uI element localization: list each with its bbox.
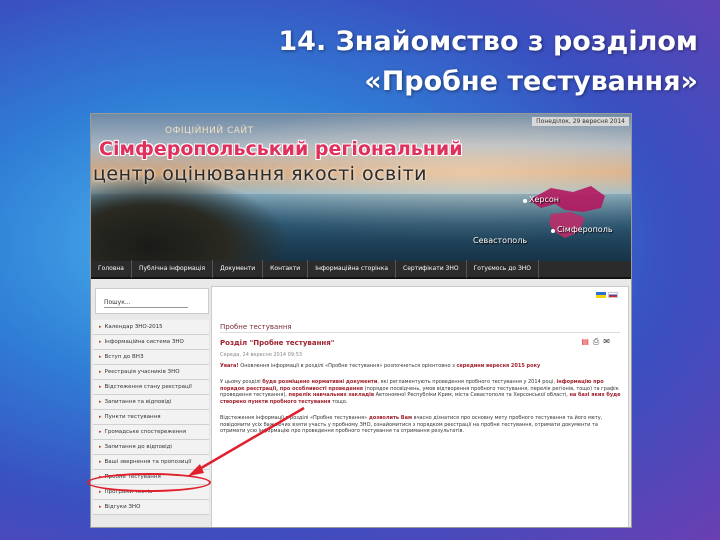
ukrainian-flag-icon[interactable] bbox=[596, 292, 606, 298]
article-date: Середа, 24 вересня 2014 09:53 bbox=[220, 352, 303, 358]
nav-item-home[interactable]: Головна bbox=[91, 260, 132, 278]
site-banner: Понеділок, 29 вересня 2014 ОФІЦІЙНИЙ САЙ… bbox=[91, 114, 631, 261]
site-name-line1: Сімферопольський регіональний bbox=[99, 138, 463, 160]
search-input[interactable] bbox=[104, 298, 188, 308]
language-switcher bbox=[596, 292, 618, 300]
sidebar-item-questions[interactable]: Запитання до відповіді bbox=[93, 440, 209, 455]
sidebar-item-registration[interactable]: Реєстрація учасників ЗНО bbox=[93, 365, 209, 380]
nav-item-contacts[interactable]: Контакти bbox=[263, 260, 309, 278]
section-title: Пробне тестування bbox=[220, 323, 292, 331]
sidebar-item-test-points[interactable]: Пункти тестування bbox=[93, 410, 209, 425]
russian-flag-icon[interactable] bbox=[608, 292, 618, 298]
article-paragraph-1: Увага! Оновлення інформації в розділі «П… bbox=[220, 363, 541, 369]
site-name-line2: центр оцінювання якості освіти bbox=[93, 163, 427, 185]
nav-item-public-info[interactable]: Публічна інформація bbox=[132, 260, 214, 278]
sidebar-item-public-observation[interactable]: Громадське спостереження bbox=[93, 425, 209, 440]
city-sevastopol: Севастополь bbox=[473, 236, 528, 245]
pdf-icon[interactable]: ▤ bbox=[581, 337, 589, 346]
nav-item-documents[interactable]: Документи bbox=[213, 260, 264, 278]
city-kherson: Херсон bbox=[529, 195, 560, 204]
sidebar-item-info-system[interactable]: Інформаційна система ЗНО bbox=[93, 335, 209, 350]
sidebar-item-feedback[interactable]: Ваші звернення та пропозиції bbox=[93, 455, 209, 470]
slide-title-line1: 14. Знайомство з розділом bbox=[278, 26, 698, 57]
article-paragraph-3: Відстеження інформації в розділі «Пробне… bbox=[220, 415, 603, 434]
city-simferopol: Сімферополь bbox=[557, 225, 613, 234]
email-icon[interactable]: ✉ bbox=[603, 337, 610, 346]
nav-item-certificates[interactable]: Сертифікати ЗНО bbox=[396, 260, 467, 278]
sidebar-item-calendar[interactable]: Календар ЗНО-2015 bbox=[93, 320, 209, 335]
sidebar-item-registration-status[interactable]: Відстеження стану реєстрації bbox=[93, 380, 209, 395]
article-paragraph-2: У цьому розділі буде розміщено нормативн… bbox=[220, 379, 621, 405]
slide-title-line2: «Пробне тестування» bbox=[364, 66, 698, 97]
search-box bbox=[95, 288, 209, 314]
highlight-ellipse bbox=[87, 473, 211, 492]
site-date: Понеділок, 29 вересня 2014 bbox=[532, 117, 629, 126]
sidebar-item-admission[interactable]: Вступ до ВНЗ bbox=[93, 350, 209, 365]
slide-title: 14. Знайомство з розділом «Пробне тестув… bbox=[178, 22, 698, 102]
article-title[interactable]: Розділ "Пробне тестування" bbox=[220, 339, 334, 347]
website-screenshot: Понеділок, 29 вересня 2014 ОФІЦІЙНИЙ САЙ… bbox=[90, 113, 632, 528]
official-site-label: ОФІЦІЙНИЙ САЙТ bbox=[165, 126, 254, 136]
nav-item-prepare[interactable]: Готуємось до ЗНО bbox=[467, 260, 540, 278]
article-tools: ▤ ⎙ ✉ bbox=[577, 337, 610, 347]
main-content: Пробне тестування Розділ "Пробне тестува… bbox=[211, 286, 629, 527]
sidebar-item-reviews[interactable]: Відгуки ЗНО bbox=[93, 500, 209, 515]
main-nav: Головна Публічна інформація Документи Ко… bbox=[91, 260, 631, 279]
print-icon[interactable]: ⎙ bbox=[593, 337, 599, 346]
sidebar-item-faq[interactable]: Запитання та відповіді bbox=[93, 395, 209, 410]
nav-item-info-page[interactable]: Інформаційна сторінка bbox=[308, 260, 397, 278]
